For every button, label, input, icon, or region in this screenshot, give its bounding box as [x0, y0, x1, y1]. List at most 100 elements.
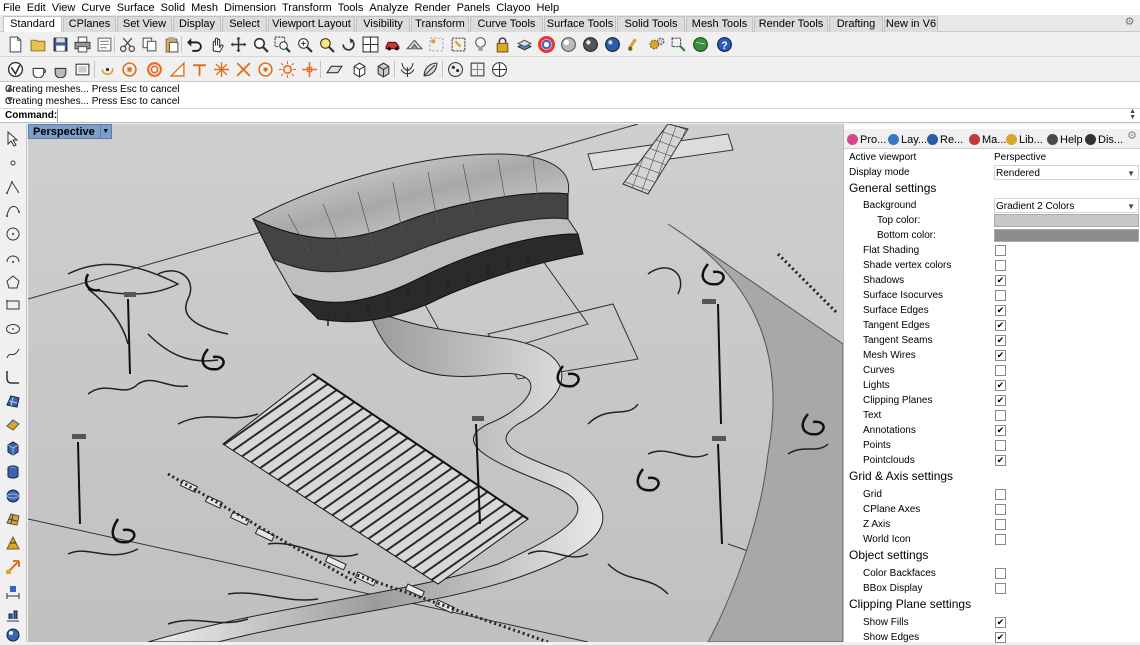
texture-mapping-icon[interactable]	[468, 60, 487, 79]
panel-tab-render[interactable]: Re...	[927, 131, 963, 148]
tab-select[interactable]: Select	[222, 16, 267, 32]
shade-vertex-colors-checkbox[interactable]	[995, 260, 1006, 271]
tangent-seams-checkbox[interactable]: ✔	[995, 335, 1006, 346]
rectangle-icon[interactable]	[4, 296, 22, 314]
pan-arrows-icon[interactable]	[229, 35, 248, 54]
command-input[interactable]	[57, 109, 1127, 122]
annotations-checkbox[interactable]: ✔	[995, 425, 1006, 436]
panel-options-gear-icon[interactable]: ⚙	[1127, 129, 1137, 142]
viewport-name-label[interactable]: Perspective	[28, 124, 101, 139]
menu-item-view[interactable]: View	[49, 1, 79, 15]
shaded-teapot-icon[interactable]	[51, 60, 70, 79]
leaf-icon[interactable]	[421, 60, 440, 79]
menu-item-surface[interactable]: Surface	[114, 1, 158, 15]
extrude-surface-icon[interactable]	[4, 415, 22, 433]
tab-surface-tools[interactable]: Surface Tools	[544, 16, 616, 32]
new-file-icon[interactable]	[6, 35, 25, 54]
sun-icon[interactable]	[278, 60, 297, 79]
curves-checkbox[interactable]	[995, 365, 1006, 376]
paste-icon[interactable]	[162, 35, 181, 54]
zoom-extents-icon[interactable]	[295, 35, 314, 54]
polyline-icon[interactable]	[4, 178, 22, 196]
surface-isocurves-checkbox[interactable]	[995, 290, 1006, 301]
polygon-icon[interactable]	[4, 273, 22, 291]
pan-hand-icon[interactable]	[207, 35, 226, 54]
dimension-icon[interactable]	[4, 582, 22, 600]
object-color-icon[interactable]	[537, 35, 556, 54]
menu-item-edit[interactable]: Edit	[24, 1, 49, 15]
menu-item-mesh[interactable]: Mesh	[188, 1, 221, 15]
analyze-icon[interactable]	[4, 606, 22, 624]
surface-edges-checkbox[interactable]: ✔	[995, 305, 1006, 316]
lock-icon[interactable]	[493, 35, 512, 54]
shadows-checkbox[interactable]: ✔	[995, 275, 1006, 286]
panel-tab-layers[interactable]: Lay...	[888, 131, 927, 148]
tab-solid-tools[interactable]: Solid Tools	[617, 16, 685, 32]
open-file-icon[interactable]	[29, 35, 48, 54]
text-checkbox[interactable]	[995, 410, 1006, 421]
solid-box-icon[interactable]	[4, 439, 22, 457]
z-axis-checkbox[interactable]	[995, 519, 1006, 530]
tab-set-view[interactable]: Set View	[117, 16, 172, 32]
transform-move-icon[interactable]	[4, 558, 22, 576]
surface-icon[interactable]	[325, 60, 344, 79]
zoom-icon[interactable]	[251, 35, 270, 54]
car-icon[interactable]	[383, 35, 402, 54]
tab-options-gear-icon[interactable]: ⚙	[1123, 16, 1136, 29]
teapot-icon[interactable]	[29, 60, 48, 79]
globe-icon[interactable]	[691, 35, 710, 54]
tab-cplanes[interactable]: CPlanes	[63, 16, 116, 32]
tab-mesh-tools[interactable]: Mesh Tools	[686, 16, 753, 32]
panel-tab-libraries[interactable]: Lib...	[1006, 131, 1043, 148]
bbox-display-checkbox[interactable]	[995, 583, 1006, 594]
surface-from-points-icon[interactable]	[4, 392, 22, 410]
undo-icon[interactable]	[185, 35, 204, 54]
lights-checkbox[interactable]: ✔	[995, 380, 1006, 391]
properties-icon[interactable]	[95, 35, 114, 54]
decal-icon[interactable]	[490, 60, 509, 79]
ellipse-icon[interactable]	[4, 320, 22, 338]
history-scrollbar[interactable]: ▲ ▼	[5, 83, 15, 107]
menu-item-render[interactable]: Render	[412, 1, 454, 15]
check-objects-icon[interactable]	[6, 60, 25, 79]
select-all-icon[interactable]	[449, 35, 468, 54]
tab-curve-tools[interactable]: Curve Tools	[470, 16, 543, 32]
render-icon[interactable]	[4, 626, 22, 644]
material-sphere-icon[interactable]	[446, 60, 465, 79]
mesh-tools-icon[interactable]	[4, 534, 22, 552]
bottom-color-swatch[interactable]	[994, 229, 1139, 242]
fillet-icon[interactable]	[4, 368, 22, 386]
rendered-sphere-icon[interactable]	[581, 35, 600, 54]
freeform-curve-icon[interactable]	[4, 344, 22, 362]
perpendicular-icon[interactable]	[190, 60, 209, 79]
solid-cylinder-icon[interactable]	[4, 463, 22, 481]
box-solid-icon[interactable]	[374, 60, 393, 79]
save-icon[interactable]	[51, 35, 70, 54]
ruler-icon[interactable]	[168, 60, 187, 79]
panel-tab-materials[interactable]: Ma...	[969, 131, 1006, 148]
zoom-window-icon[interactable]	[273, 35, 292, 54]
vertex-snap-icon[interactable]	[300, 60, 319, 79]
flat-shading-checkbox[interactable]	[995, 245, 1006, 256]
command-scroll-arrows[interactable]: ▲ ▼	[1129, 108, 1136, 121]
menu-item-clayoo[interactable]: Clayoo	[493, 1, 533, 15]
pointclouds-checkbox[interactable]: ✔	[995, 455, 1006, 466]
menu-item-file[interactable]: File	[0, 1, 24, 15]
perspective-viewport[interactable]: Perspective ▼	[28, 124, 843, 642]
rotate-object-icon[interactable]	[98, 60, 117, 79]
tab-display[interactable]: Display	[173, 16, 221, 32]
top-color-swatch[interactable]	[994, 214, 1139, 227]
menu-item-tools[interactable]: Tools	[335, 1, 367, 15]
toolbar-layout-icon[interactable]	[669, 35, 688, 54]
points-checkbox[interactable]	[995, 440, 1006, 451]
curve-icon[interactable]	[4, 201, 22, 219]
plant-icon[interactable]	[398, 60, 417, 79]
ring-icon[interactable]	[145, 60, 164, 79]
tab-visibility[interactable]: Visibility	[356, 16, 410, 32]
menu-item-transform[interactable]: Transform	[279, 1, 335, 15]
tab-viewport-layout[interactable]: Viewport Layout	[268, 16, 355, 32]
panel-tab-display[interactable]: Dis...	[1085, 131, 1123, 148]
light-bulb-icon[interactable]	[471, 35, 490, 54]
menu-item-help[interactable]: Help	[533, 1, 562, 15]
clipping-planes-checkbox[interactable]: ✔	[995, 395, 1006, 406]
